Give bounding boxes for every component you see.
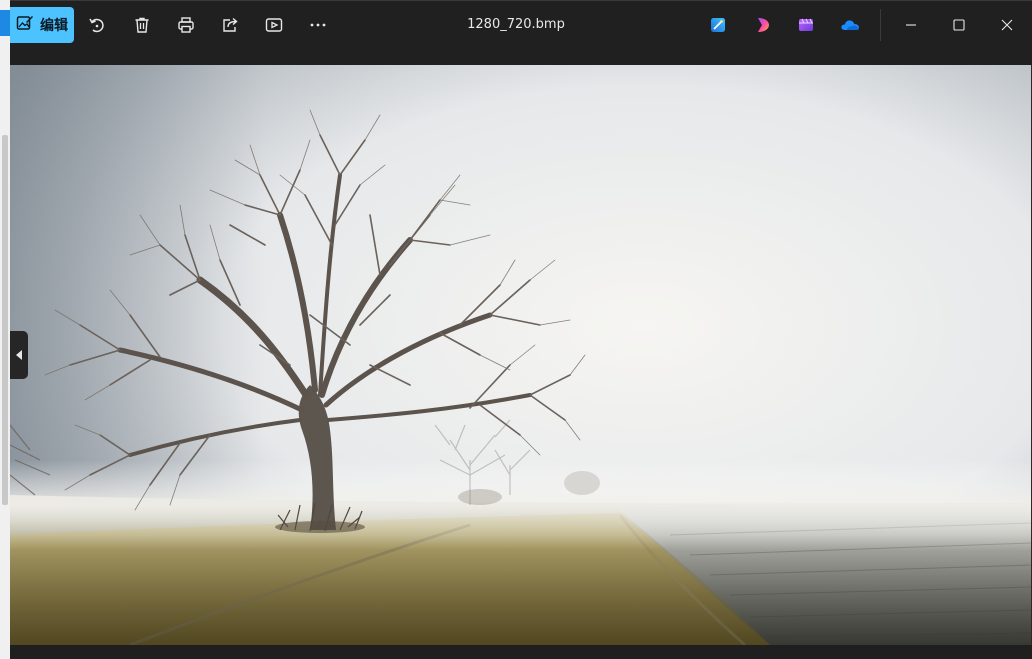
designer-button[interactable]: [700, 7, 736, 43]
clipchamp-create-button[interactable]: [745, 7, 781, 43]
photo-foggy-tree: [10, 65, 1032, 645]
file-name-title: 1280_720.bmp: [467, 17, 565, 32]
photos-app-window: 编辑 1280_720.bmp: [10, 0, 1032, 659]
designer-icon: [711, 18, 725, 32]
close-icon: [1001, 19, 1013, 31]
background-window-accent: [0, 10, 10, 36]
titlebar-separator: [880, 9, 881, 41]
video-editor-button[interactable]: [788, 7, 824, 43]
maximize-icon: [953, 19, 965, 31]
bottom-filmstrip-bar: [10, 645, 1032, 659]
minimize-button[interactable]: [893, 7, 929, 43]
previous-image-button[interactable]: [10, 331, 28, 379]
previous-image-icon: [16, 350, 22, 360]
background-window-scrollbar: [2, 135, 8, 505]
image-viewer[interactable]: [10, 65, 1032, 645]
onedrive-button[interactable]: [832, 7, 868, 43]
minimize-icon: [906, 24, 916, 26]
close-button[interactable]: [989, 7, 1025, 43]
video-editor-icon: [799, 18, 813, 31]
clipchamp-icon: [758, 18, 769, 32]
maximize-button[interactable]: [941, 7, 977, 43]
title-bar: 编辑 1280_720.bmp: [10, 0, 1032, 48]
onedrive-icon: [841, 20, 859, 30]
